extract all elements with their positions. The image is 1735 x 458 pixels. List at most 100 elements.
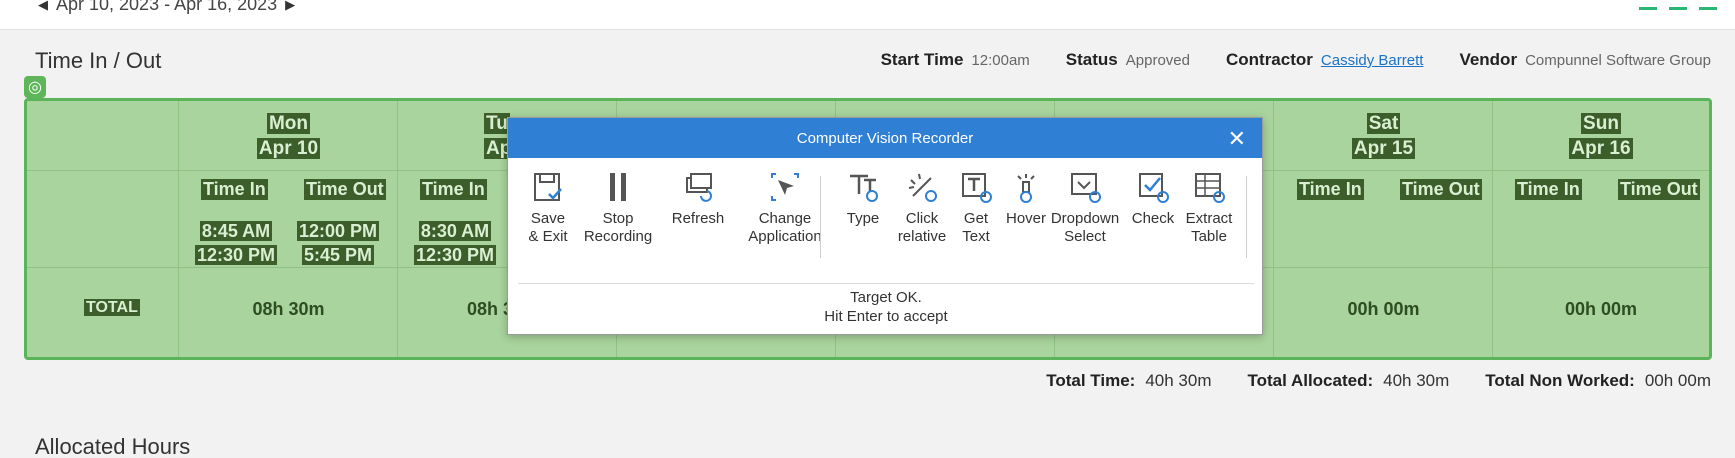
total-time-value: 40h 30m	[1145, 371, 1212, 390]
contractor-label: Contractor	[1225, 50, 1313, 69]
tool-label: Hover	[1005, 210, 1046, 227]
tool-label-2: Application	[748, 228, 822, 245]
status-value: Approved	[1125, 52, 1190, 69]
tool-label-2: Text	[962, 228, 990, 245]
time-in-header: Time In	[420, 179, 487, 200]
start-time-value: 12:00am	[971, 52, 1030, 69]
time-out-1[interactable]: 12:00 PM	[296, 221, 380, 241]
caret-left-icon[interactable]: ◀	[38, 0, 48, 13]
dropdown-icon	[1071, 173, 1101, 203]
day-date: Apr 10	[256, 138, 321, 159]
check-button[interactable]: Check	[1130, 170, 1176, 228]
tool-label: Refresh	[671, 210, 725, 227]
tool-label: Change	[758, 210, 812, 227]
total-time-label: Total Time:	[1046, 371, 1136, 390]
day-header-sat: Sat Apr 15	[1274, 111, 1493, 161]
dialog-title: Computer Vision Recorder	[796, 129, 974, 147]
tool-label-2: & Exit	[528, 228, 568, 245]
extract-table-button[interactable]: Extract Table	[1180, 170, 1238, 246]
tool-label: Check	[1131, 210, 1175, 227]
day-name: Tu	[484, 113, 510, 134]
time-out-header: Time Out	[1400, 179, 1482, 200]
type-icon	[850, 174, 878, 202]
start-time-label: Start Time	[880, 50, 964, 69]
totals-summary: Total Time: 40h 30m Total Allocated: 40h 3…	[1046, 371, 1711, 391]
click-relative-button[interactable]: Click relative	[893, 170, 951, 246]
tool-label: Type	[846, 210, 880, 227]
extract-table-icon	[1195, 173, 1225, 203]
toolbar-divider	[1246, 176, 1247, 258]
contractor-link[interactable]: Cassidy Barrett	[1321, 52, 1424, 69]
time-out-values-mon: 12:00 PM 5:45 PM	[293, 219, 383, 267]
time-in-values-tue: 8:30 AM 12:30 PM	[410, 219, 500, 267]
add-icon[interactable]	[1699, 0, 1717, 10]
status-line-1: Target OK.	[850, 289, 922, 306]
tool-label-2: Table	[1191, 228, 1227, 245]
click-relative-icon	[908, 173, 937, 202]
target-icon: ◎	[24, 76, 46, 98]
tool-label: Get	[963, 210, 989, 227]
get-text-icon	[962, 173, 992, 203]
close-icon[interactable]: ✕	[1228, 126, 1246, 152]
stop-recording-button[interactable]: Stop Recording	[578, 170, 658, 246]
time-in-header: Time In	[1297, 179, 1364, 200]
hover-icon	[1017, 174, 1035, 203]
time-in-values-mon: 8:45 AM 12:30 PM	[191, 219, 281, 267]
time-in-1[interactable]: 8:45 AM	[199, 221, 273, 241]
date-range-selector: ◀ Apr 10, 2023 - Apr 16, 2023 ▶	[38, 0, 295, 15]
total-row-label: TOTAL	[84, 299, 140, 316]
collapse-icon[interactable]	[1669, 0, 1687, 10]
toolbar-icons	[1639, 0, 1717, 10]
vendor-label: Vendor	[1459, 50, 1518, 69]
change-application-button[interactable]: Change Application	[740, 170, 830, 246]
date-navigation-bar: ◀ Apr 10, 2023 - Apr 16, 2023 ▶	[0, 0, 1735, 30]
time-out-header: Time Out	[304, 179, 386, 200]
cursor-icon	[771, 173, 799, 201]
total-mon: 08h 30m	[252, 299, 325, 319]
pause-icon	[610, 173, 626, 201]
type-button[interactable]: Type	[838, 170, 888, 228]
dialog-titlebar[interactable]: Computer Vision Recorder ✕	[508, 118, 1262, 158]
day-name: Sun	[1581, 113, 1621, 134]
check-icon	[1139, 173, 1169, 203]
tool-label: Dropdown	[1050, 210, 1120, 227]
tool-label-2: Select	[1064, 228, 1106, 245]
total-non-worked-label: Total Non Worked:	[1485, 371, 1635, 390]
total-sun: 00h 00m	[1564, 299, 1638, 319]
total-sat: 00h 00m	[1347, 299, 1420, 319]
refresh-icon	[686, 173, 712, 202]
time-in-header: Time In	[1515, 179, 1582, 200]
day-date: Apr 16	[1569, 138, 1633, 159]
status-label: Status	[1065, 50, 1118, 69]
total-allocated-label: Total Allocated:	[1247, 371, 1374, 390]
expand-icon[interactable]	[1639, 0, 1657, 10]
tool-label-2: Recording	[583, 228, 653, 245]
time-out-header: Time Out	[1618, 179, 1700, 200]
tool-label-2: relative	[897, 228, 947, 245]
page-title: Time In / Out	[35, 48, 162, 73]
time-in-1[interactable]: 8:30 AM	[418, 221, 492, 241]
timesheet-meta: Start Time 12:00am Status Approved Contrac…	[881, 50, 1711, 70]
caret-right-icon[interactable]: ▶	[285, 0, 295, 13]
time-in-2[interactable]: 12:30 PM	[194, 245, 278, 265]
tool-label: Save	[530, 210, 566, 227]
status-line-2: Hit Enter to accept	[824, 308, 948, 325]
get-text-button[interactable]: Get Text	[954, 170, 998, 246]
dropdown-select-button[interactable]: Dropdown Select	[1045, 170, 1125, 246]
day-header-mon: Mon Apr 10	[179, 111, 398, 161]
time-in-2[interactable]: 12:30 PM	[413, 245, 497, 265]
vendor-value: Compunnel Software Group	[1525, 52, 1711, 69]
tool-label: Extract	[1185, 210, 1233, 227]
refresh-button[interactable]: Refresh	[663, 170, 733, 228]
save-icon	[534, 173, 562, 201]
recorder-toolbar: Save & Exit Stop Recording Refresh Chang…	[508, 170, 1264, 260]
day-name: Sat	[1366, 113, 1401, 134]
hover-button[interactable]: Hover	[1001, 170, 1051, 228]
day-date: Apr 15	[1351, 138, 1416, 159]
day-header-sun: Sun Apr 16	[1493, 111, 1709, 161]
save-exit-button[interactable]: Save & Exit	[524, 170, 572, 246]
computer-vision-recorder-dialog: Computer Vision Recorder ✕ Save & Exit S…	[507, 117, 1263, 335]
time-out-2[interactable]: 5:45 PM	[301, 245, 375, 265]
toolbar-divider	[820, 176, 821, 258]
total-non-worked-value: 00h 00m	[1644, 371, 1711, 390]
